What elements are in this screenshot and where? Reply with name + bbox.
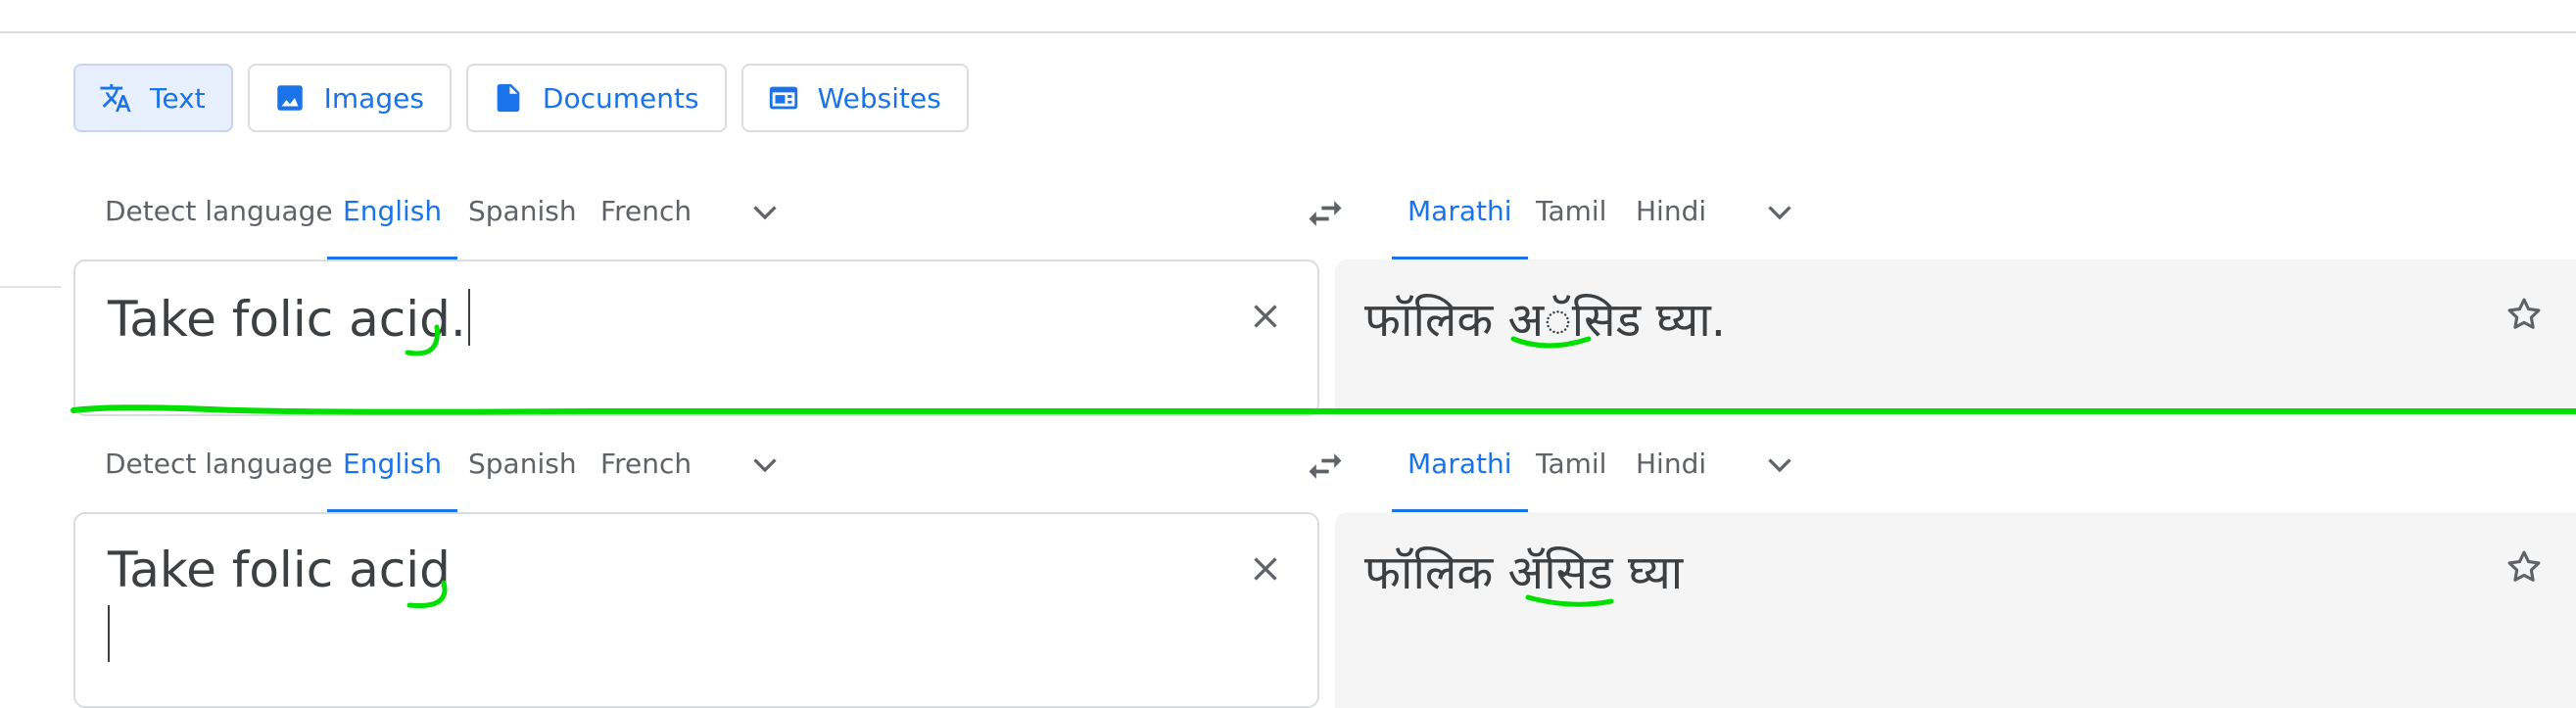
close-icon[interactable] <box>1246 549 1285 589</box>
text-mode-label: Text <box>150 81 206 115</box>
left-divider <box>0 286 61 288</box>
language-bar-2: Detect language English Spanish French M… <box>73 415 2576 513</box>
tab-marathi[interactable]: Marathi <box>1392 163 1527 260</box>
translation-area-2: फॉलिक ॲसिड घ्या <box>1335 512 2576 708</box>
tab-marathi[interactable]: Marathi <box>1392 415 1527 513</box>
websites-mode-label: Websites <box>817 81 941 115</box>
chevron-down-icon[interactable] <box>1762 194 1797 229</box>
image-icon <box>276 85 303 111</box>
chevron-down-icon[interactable] <box>747 194 783 229</box>
documents-mode-button[interactable]: Documents <box>465 64 727 132</box>
star-icon[interactable] <box>2504 546 2545 588</box>
tab-french[interactable]: French <box>600 415 692 513</box>
source-text-2[interactable]: Take folic acid <box>108 542 451 598</box>
mode-selector: Text Images Documents Websites <box>73 64 969 132</box>
text-caret <box>467 289 470 346</box>
source-text-1[interactable]: Take folic acid. <box>108 289 470 348</box>
images-mode-button[interactable]: Images <box>247 64 452 132</box>
translation-area-1: फॉलिक अॅसिड घ्या. <box>1335 260 2576 416</box>
website-icon <box>769 86 797 110</box>
swap-languages-icon[interactable] <box>1304 445 1347 488</box>
tab-french[interactable]: French <box>600 163 692 260</box>
tab-hindi[interactable]: Hindi <box>1636 163 1706 260</box>
documents-mode-label: Documents <box>542 81 699 115</box>
tab-tamil[interactable]: Tamil <box>1536 163 1606 260</box>
top-divider <box>0 31 2576 33</box>
document-icon <box>497 83 520 113</box>
websites-mode-button[interactable]: Websites <box>740 64 969 132</box>
close-icon[interactable] <box>1246 297 1285 336</box>
source-text-value: Take folic acid. <box>108 291 466 348</box>
tab-english[interactable]: English <box>326 163 458 260</box>
language-bar-1: Detect language English Spanish French M… <box>73 163 2576 260</box>
tab-spanish[interactable]: Spanish <box>468 163 577 260</box>
source-text-area-2[interactable]: Take folic acid <box>73 512 1319 708</box>
tab-detect-language[interactable]: Detect language <box>105 163 333 260</box>
source-text-area-1[interactable]: Take folic acid. <box>73 260 1319 416</box>
text-mode-button[interactable]: Text <box>73 64 233 132</box>
chevron-down-icon[interactable] <box>747 447 783 482</box>
swap-languages-icon[interactable] <box>1304 192 1347 235</box>
text-caret <box>108 605 110 662</box>
tab-hindi[interactable]: Hindi <box>1636 415 1706 513</box>
tab-detect-language[interactable]: Detect language <box>105 415 333 513</box>
chevron-down-icon[interactable] <box>1762 447 1797 482</box>
star-icon[interactable] <box>2504 294 2545 335</box>
tab-english[interactable]: English <box>326 415 458 513</box>
translation-text-1: फॉलिक अॅसिड घ्या. <box>1364 293 1727 348</box>
images-mode-label: Images <box>323 81 424 115</box>
translate-icon <box>100 83 131 113</box>
translation-text-2: फॉलिक ॲसिड घ्या <box>1364 545 1684 600</box>
tab-spanish[interactable]: Spanish <box>468 415 577 513</box>
tab-tamil[interactable]: Tamil <box>1536 415 1606 513</box>
